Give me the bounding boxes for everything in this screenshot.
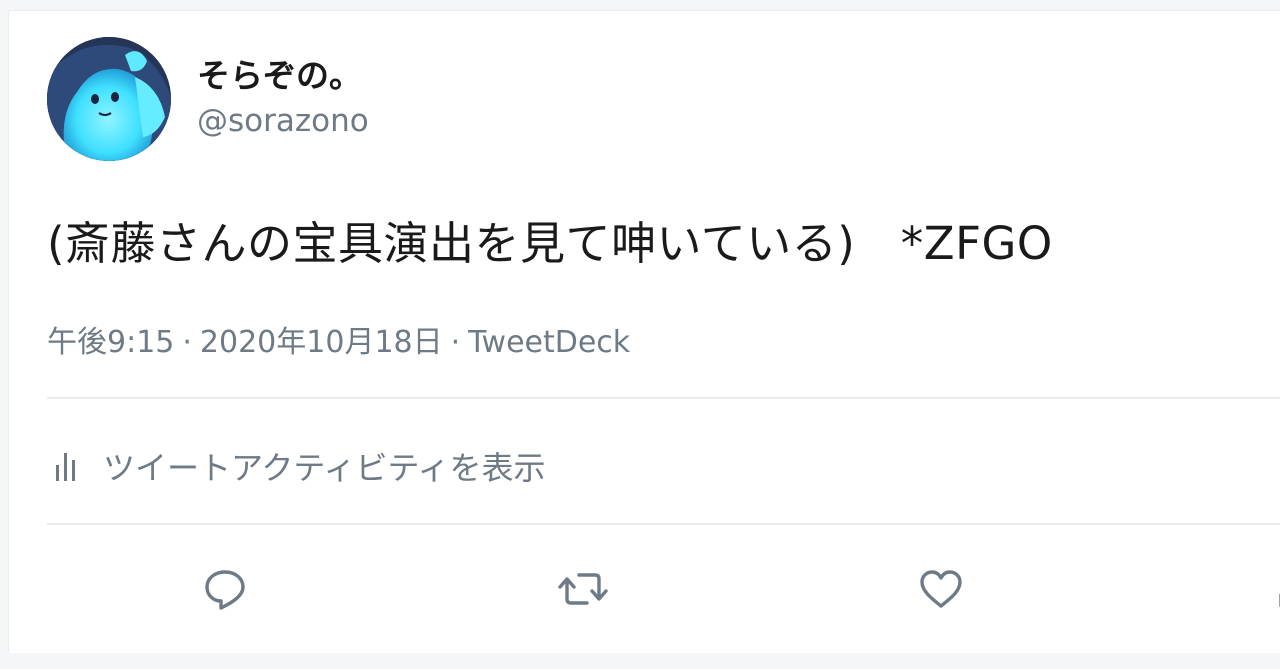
tweet-card: そらぞの。 @sorazono (斎藤さんの宝具演出を見て呻いている) *ZFG… [8,10,1280,653]
tweet-text: (斎藤さんの宝具演出を見て呻いている) *ZFGO [47,217,1053,270]
bar-chart-icon [53,449,81,483]
like-button[interactable] [915,563,967,615]
tweet-date[interactable]: 2020年10月18日 [200,325,443,360]
user-handle[interactable]: @sorazono [197,103,369,139]
meta-separator: · [450,325,461,360]
display-name[interactable]: そらぞの。 [197,49,362,97]
meta-separator: · [182,325,192,360]
tweet-activity-label: ツイートアクティビティを表示 [103,449,546,487]
reply-icon [205,570,245,610]
tweet-source[interactable]: TweetDeck [468,325,630,360]
share-icon [1279,593,1280,607]
divider [47,523,1280,525]
retweet-button[interactable] [557,563,609,615]
divider [47,397,1280,399]
avatar-character-image [47,37,171,161]
share-button[interactable] [1271,563,1280,615]
reply-button[interactable] [199,563,251,615]
tweet-meta: 午後9:15 · 2020年10月18日 · TweetDeck [47,317,630,361]
avatar[interactable] [47,37,171,161]
retweet-icon [558,573,608,605]
tweet-activity-link[interactable]: ツイートアクティビティを表示 [53,443,546,489]
heart-icon [920,570,962,608]
tweet-time[interactable]: 午後9:15 [47,325,174,360]
